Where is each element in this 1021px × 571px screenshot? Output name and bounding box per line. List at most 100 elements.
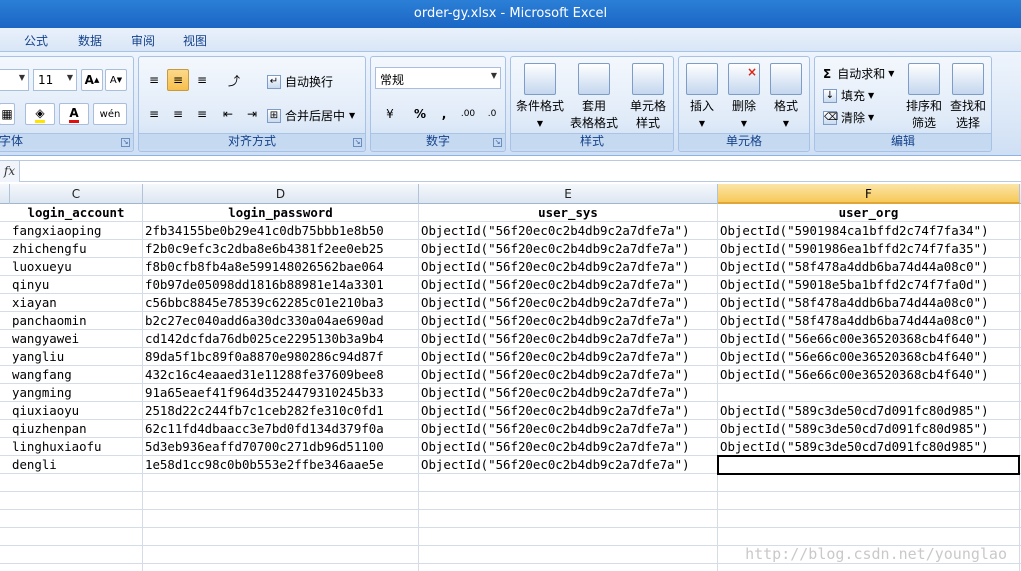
format-cells-button[interactable]: 格式 ▼ [765,63,807,132]
shrink-font-button[interactable]: A ▼ [105,69,127,91]
header-cell[interactable]: user_sys [419,204,718,222]
table-cell[interactable]: 1e58d1cc98c0b0b553e2ffbe346aae5e [143,456,419,474]
empty-cell[interactable] [718,528,1020,546]
header-cell[interactable]: login_password [143,204,419,222]
table-cell[interactable]: luoxueyu [10,258,143,276]
table-cell[interactable]: ObjectId("56f20ec0c2b4db9c2a7dfe7a") [419,456,718,474]
table-cell[interactable]: f8b0cfb8fb4a8e599148026562bae064 [143,258,419,276]
number-dialog-launcher[interactable]: ↘ [493,138,502,147]
align-bottom-button[interactable]: ≡ [191,69,213,91]
align-middle-button[interactable]: ≡ [167,69,189,91]
fill-color-button[interactable]: ◈ [25,103,55,125]
table-cell[interactable]: ObjectId("589c3de50cd7d091fc80d985") [718,420,1020,438]
table-cell[interactable]: ObjectId("56f20ec0c2b4db9c2a7dfe7a") [419,294,718,312]
font-name-combo[interactable]: ▼ [0,69,29,91]
empty-cell[interactable] [10,528,143,546]
table-cell[interactable]: wangfang [10,366,143,384]
insert-function-icon[interactable]: fx [0,161,20,182]
table-cell[interactable]: ObjectId("589c3de50cd7d091fc80d985") [718,402,1020,420]
format-as-table-button[interactable]: 套用 表格格式 [567,63,621,132]
empty-cell[interactable] [718,474,1020,492]
table-cell[interactable]: ObjectId("56f20ec0c2b4db9c2a7dfe7a") [419,366,718,384]
autosum-button[interactable]: Σ 自动求和 ▼ [823,65,894,82]
increase-decimal-button[interactable]: .00 [457,103,479,125]
wrap-text-button[interactable]: ↵ 自动换行 [267,73,333,90]
accounting-format-button[interactable]: ¥ [375,103,405,125]
header-cell[interactable]: user_org [718,204,1020,222]
empty-cell[interactable] [143,510,419,528]
empty-cell[interactable] [143,528,419,546]
table-cell[interactable]: ObjectId("56f20ec0c2b4db9c2a7dfe7a") [419,420,718,438]
table-cell[interactable]: ObjectId("56f20ec0c2b4db9c2a7dfe7a") [419,240,718,258]
table-cell[interactable]: 432c16c4eaaed31e11288fe37609bee8 [143,366,419,384]
table-cell[interactable]: zhichengfu [10,240,143,258]
table-cell[interactable]: ObjectId("589c3de50cd7d091fc80d985") [718,438,1020,456]
table-cell[interactable]: ObjectId("56f20ec0c2b4db9c2a7dfe7a") [419,384,718,402]
comma-style-button[interactable]: , [433,103,455,125]
table-cell[interactable]: fangxiaoping [10,222,143,240]
cell-styles-button[interactable]: 单元格 样式 [623,63,673,132]
table-cell[interactable]: c56bbc8845e78539c62285c01e210ba3 [143,294,419,312]
empty-cell[interactable] [143,474,419,492]
table-cell[interactable]: ObjectId("56e66c00e36520368cb4f640") [718,366,1020,384]
table-cell[interactable] [718,384,1020,402]
row-header-corner[interactable] [0,184,10,204]
table-cell[interactable]: qiuxiaoyu [10,402,143,420]
borders-button[interactable]: ▦ [0,103,15,125]
empty-cell[interactable] [419,564,718,571]
empty-cell[interactable] [10,546,143,564]
empty-cell[interactable] [10,510,143,528]
table-cell[interactable]: ObjectId("5901986ea1bffd2c74f7fa35") [718,240,1020,258]
alignment-dialog-launcher[interactable]: ↘ [353,138,362,147]
table-cell[interactable]: ObjectId("56f20ec0c2b4db9c2a7dfe7a") [419,276,718,294]
find-select-button[interactable]: 查找和 选择 [947,63,989,132]
align-left-button[interactable]: ≡ [143,103,165,125]
table-cell[interactable]: wangyawei [10,330,143,348]
table-cell[interactable]: ObjectId("58f478a4ddb6ba74d44a08c0") [718,312,1020,330]
font-color-button[interactable]: A [59,103,89,125]
table-cell[interactable]: qinyu [10,276,143,294]
table-cell[interactable]: b2c27ec040add6a30dc330a04ae690ad [143,312,419,330]
tab-data[interactable]: 数据 [78,32,102,49]
column-header-c[interactable]: C [10,184,143,204]
table-cell[interactable]: linghuxiaofu [10,438,143,456]
table-cell[interactable]: ObjectId("56f20ec0c2b4db9c2a7dfe7a") [419,438,718,456]
table-cell[interactable]: yangliu [10,348,143,366]
decrease-decimal-button[interactable]: .0 [481,103,503,125]
table-cell[interactable]: yangming [10,384,143,402]
table-cell[interactable]: ObjectId("56f20ec0c2b4db9c2a7dfe7a") [419,312,718,330]
empty-cell[interactable] [143,564,419,571]
table-cell[interactable]: f0b97de05098dd1816b88981e14a3301 [143,276,419,294]
empty-cell[interactable] [718,564,1020,571]
worksheet-grid[interactable]: login_account login_password user_sys us… [0,204,1021,571]
empty-cell[interactable] [419,528,718,546]
delete-cells-button[interactable]: × 删除 ▼ [723,63,765,132]
tab-formulas[interactable]: 公式 [24,32,48,49]
clear-button[interactable]: ⌫ 清除 ▼ [823,109,874,126]
table-cell[interactable]: ObjectId("56e66c00e36520368cb4f640") [718,330,1020,348]
empty-cell[interactable] [10,474,143,492]
number-format-combo[interactable]: 常规 ▼ [375,67,501,89]
empty-cell[interactable] [419,546,718,564]
table-cell[interactable]: 91a65eaef41f964d3524479310245b33 [143,384,419,402]
table-cell[interactable]: ObjectId("56f20ec0c2b4db9c2a7dfe7a") [419,402,718,420]
table-cell[interactable]: dengli [10,456,143,474]
tab-review[interactable]: 审阅 [131,32,155,49]
table-cell[interactable]: 5d3eb936eaffd70700c271db96d51100 [143,438,419,456]
empty-cell[interactable] [143,546,419,564]
table-cell[interactable]: ObjectId("56f20ec0c2b4db9c2a7dfe7a") [419,222,718,240]
table-cell[interactable]: ObjectId("5901984ca1bffd2c74f7fa34") [718,222,1020,240]
decrease-indent-button[interactable]: ⇤ [217,103,239,125]
table-cell[interactable]: ObjectId("56f20ec0c2b4db9c2a7dfe7a") [419,330,718,348]
grow-font-button[interactable]: A ▲ [81,69,103,91]
align-center-button[interactable]: ≡ [167,103,189,125]
align-top-button[interactable]: ≡ [143,69,165,91]
conditional-formatting-button[interactable]: 条件格式 ▼ [513,63,567,132]
table-cell[interactable]: cd142dcfda76db025ce2295130b3a9b4 [143,330,419,348]
table-cell[interactable]: ObjectId("58f478a4ddb6ba74d44a08c0") [718,258,1020,276]
table-cell[interactable]: panchaomin [10,312,143,330]
column-header-f[interactable]: F [718,184,1020,204]
fill-button[interactable]: ↓ 填充 ▼ [823,87,874,104]
font-dialog-launcher[interactable]: ↘ [121,138,130,147]
table-cell[interactable]: ObjectId("59018e5ba1bffd2c74f7fa0d") [718,276,1020,294]
